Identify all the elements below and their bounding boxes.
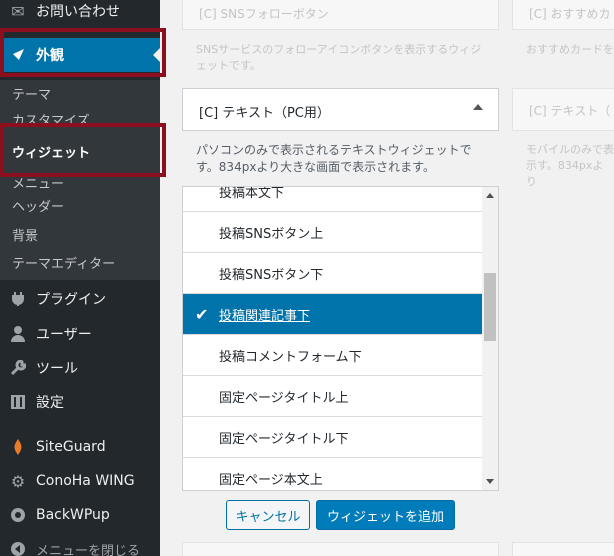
- list-item[interactable]: 固定ページ本文上: [183, 458, 483, 490]
- list-item-label: 投稿SNSボタン下: [219, 267, 324, 283]
- widget-description: パソコンのみで表示されるテキストウィジェットです。834pxより大きな画面で表示…: [196, 143, 472, 174]
- submenu-item-theme-editor[interactable]: テーマエディター: [12, 253, 115, 272]
- widget-title: [C] テキスト（PC用）: [199, 106, 330, 121]
- list-item[interactable]: 固定ページタイトル上: [183, 376, 483, 417]
- list-item[interactable]: 投稿コメントフォーム下: [183, 335, 483, 376]
- menu-item-siteguard[interactable]: SiteGuard: [0, 430, 160, 464]
- menu-item-backwpup[interactable]: BackWPup: [0, 498, 160, 532]
- submenu-item-themes[interactable]: テーマ: [12, 84, 51, 103]
- faded-widget-description: モバイルのみで表示す。834pxより: [526, 143, 614, 188]
- widget-header-text-pc[interactable]: [C] テキスト（PC用）: [182, 88, 499, 131]
- menu-item-label: ユーザー: [36, 327, 92, 343]
- list-item-label: 投稿関連記事下: [219, 308, 311, 324]
- list-item-selected[interactable]: ✔ 投稿関連記事下: [183, 294, 483, 335]
- faded-widget-sns[interactable]: [C] SNSフォローボタン: [182, 0, 499, 30]
- faded-widget-title: [C] SNSフォローボタン: [199, 7, 329, 21]
- menu-item-label: BackWPup: [36, 507, 110, 523]
- menu-item-plugins[interactable]: プラグイン: [0, 282, 160, 316]
- faded-widget-recommend[interactable]: [C] おすすめカ: [512, 0, 614, 30]
- list-item[interactable]: 投稿SNSボタン下: [183, 253, 483, 294]
- scroll-down-arrow-icon[interactable]: [486, 479, 494, 484]
- faded-widget-title: [C] おすすめカ: [529, 7, 611, 21]
- admin-sidebar: ✉ お問い合わせ 外観 テーマ カスタマイズ ウィジェット メニュー ヘッダー …: [0, 0, 160, 556]
- collapse-arrow-icon[interactable]: [473, 104, 483, 110]
- menu-item-label: ConoHa WING: [36, 473, 135, 489]
- list-item-label: 固定ページタイトル上: [219, 390, 349, 406]
- settings-icon: [0, 395, 36, 409]
- list-item[interactable]: 投稿SNSボタン上: [183, 212, 483, 253]
- list-scrollbar[interactable]: [482, 187, 498, 490]
- menu-item-tools[interactable]: ツール: [0, 351, 160, 385]
- appearance-submenu: テーマ カスタマイズ ウィジェット メニュー ヘッダー 背景 テーマエディター: [0, 80, 160, 280]
- menu-item-label: お問い合わせ: [36, 4, 120, 20]
- plugin-icon: [0, 292, 36, 306]
- list-item-label: 投稿SNSボタン上: [219, 226, 324, 242]
- add-widget-button[interactable]: ウィジェットを追加: [316, 500, 455, 530]
- faded-widget-bottom-right: [512, 542, 614, 556]
- menu-item-label: SiteGuard: [36, 439, 106, 455]
- list-item-label: 固定ページ本文上: [219, 472, 323, 488]
- wrench-icon: [0, 360, 36, 376]
- menu-item-label: プラグイン: [36, 292, 106, 308]
- menu-item-label: ツール: [36, 361, 78, 377]
- highlight-box-appearance: [0, 28, 166, 77]
- faded-widget-description: SNSサービスのフォローアイコンボタンを表示するウィジェットです。: [196, 43, 482, 72]
- menu-item-contact[interactable]: ✉ お問い合わせ: [0, 0, 160, 28]
- widget-area-list-inner: 投稿本文下 投稿SNSボタン上 投稿SNSボタン下 ✔ 投稿関連記事下 投稿コメ…: [183, 186, 483, 490]
- list-item-label: 投稿コメントフォーム下: [219, 349, 362, 365]
- list-item[interactable]: 固定ページタイトル下: [183, 417, 483, 458]
- collapse-menu-button[interactable]: メニューを閉じる: [0, 532, 160, 556]
- faded-widget-title: [C] テキスト（: [529, 104, 611, 118]
- list-item-label: 固定ページタイトル下: [219, 431, 349, 447]
- checkmark-icon: ✔: [195, 305, 209, 324]
- faded-widget-text-mobile[interactable]: [C] テキスト（: [512, 88, 614, 131]
- highlight-box-widgets: [0, 123, 166, 177]
- cancel-button[interactable]: キャンセル: [226, 500, 310, 530]
- faded-widget-bottom: [182, 542, 499, 556]
- menu-item-label: メニューを閉じる: [36, 543, 141, 556]
- collapse-icon: [0, 541, 36, 556]
- scrollbar-thumb[interactable]: [484, 273, 496, 341]
- list-item-label: 投稿本文下: [219, 186, 285, 201]
- submenu-item-background[interactable]: 背景: [12, 225, 38, 244]
- scroll-up-arrow-icon[interactable]: [486, 193, 494, 198]
- gear-icon: ⚙: [10, 471, 26, 491]
- envelope-icon: ✉: [11, 1, 25, 21]
- submenu-item-header[interactable]: ヘッダー: [12, 196, 64, 215]
- menu-item-users[interactable]: ユーザー: [0, 317, 160, 351]
- widget-area-list[interactable]: 投稿本文下 投稿SNSボタン上 投稿SNSボタン下 ✔ 投稿関連記事下 投稿コメ…: [182, 186, 499, 491]
- backwpup-icon: [0, 507, 36, 523]
- siteguard-icon: [0, 439, 36, 455]
- list-item[interactable]: 投稿本文下: [183, 186, 483, 212]
- menu-item-settings[interactable]: 設定: [0, 385, 160, 419]
- user-icon: [0, 326, 36, 342]
- menu-item-conoha-wing[interactable]: ⚙ ConoHa WING: [0, 464, 160, 498]
- menu-item-label: 設定: [36, 395, 64, 411]
- faded-widget-description: おすすめカードを: [526, 43, 614, 56]
